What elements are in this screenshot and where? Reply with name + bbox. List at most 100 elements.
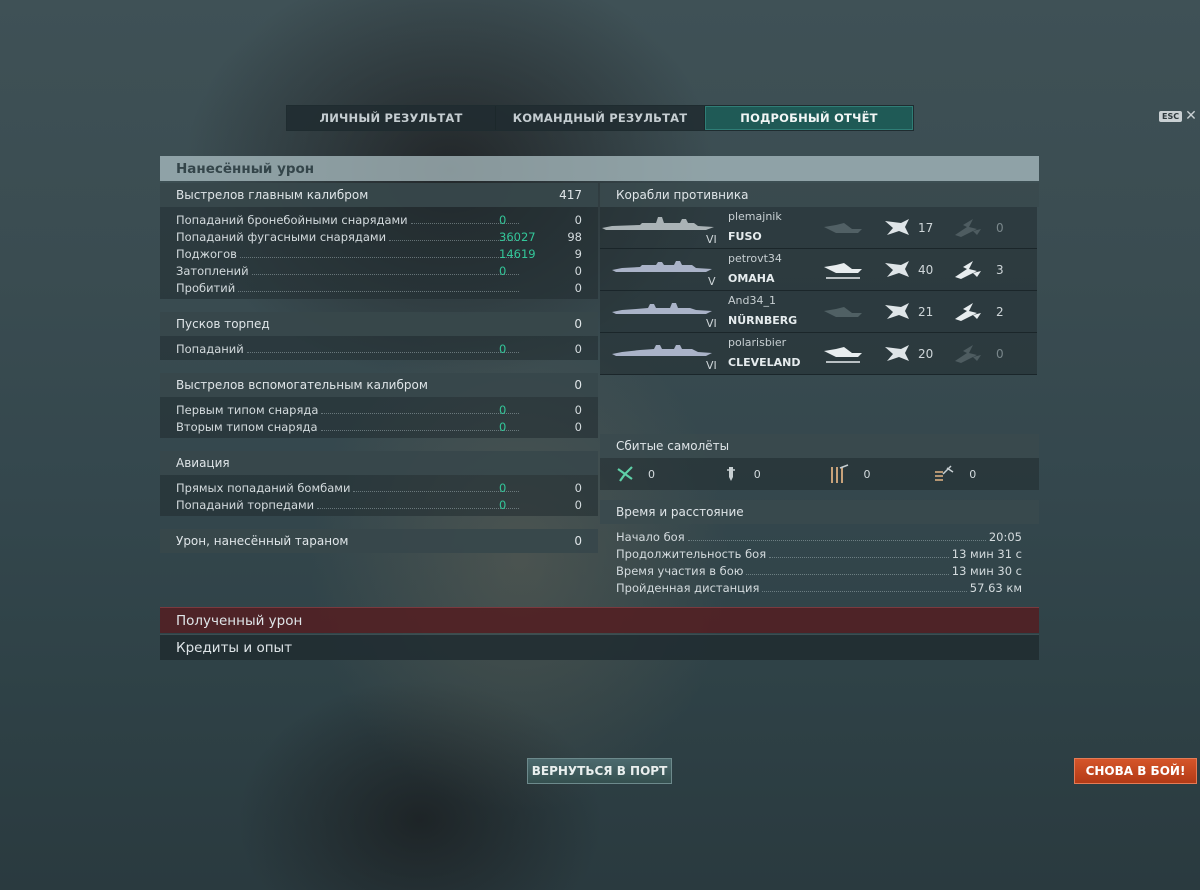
stat-row: Первым типом снаряда 0 0 xyxy=(176,400,582,417)
hits-count: 21 xyxy=(918,305,934,319)
torpedoes-value: 0 xyxy=(574,317,582,331)
ram-header: Урон, нанесённый тараном 0 xyxy=(160,529,598,553)
cruiser-silhouette-icon xyxy=(612,261,712,272)
cruiser-silhouette-icon xyxy=(612,303,712,314)
scout-plane-icon xyxy=(935,465,954,481)
stat-value-count: 0 xyxy=(574,281,582,295)
fires-count: 0 xyxy=(996,347,1004,361)
enemy-ship-row: VI And34_1 NÜRNBERG 21 2 xyxy=(600,291,1037,333)
time-label: Начало боя xyxy=(616,530,685,544)
cruiser-silhouette-icon xyxy=(612,345,712,356)
time-row: Пройденная дистанция 57.63 км xyxy=(616,578,1022,595)
planes-shot-down-header: Сбитые самолёты xyxy=(600,434,1039,458)
time-value: 57.63 км xyxy=(969,581,1022,595)
damage-stats-column: Выстрелов главным калибром 417 Попаданий… xyxy=(160,183,598,553)
stat-value-damage: 0 xyxy=(499,342,507,356)
ship-tier: V xyxy=(708,275,716,288)
plane-count: 0 xyxy=(648,467,655,481)
enemy-ships-title: Корабли противника xyxy=(616,188,749,202)
ram-section: Урон, нанесённый тараном 0 xyxy=(160,529,598,553)
stat-value-count: 0 xyxy=(574,342,582,356)
stat-label: Вторым типом снаряда xyxy=(176,420,318,434)
secondary-battery-header: Выстрелов вспомогательным калибром 0 xyxy=(160,373,598,397)
time-label: Продолжительность боя xyxy=(616,547,767,561)
ship-name: NÜRNBERG xyxy=(728,314,798,327)
time-row: Время участия в бою 13 мин 30 с xyxy=(616,561,1022,578)
stat-value-count: 0 xyxy=(574,481,582,495)
ship-destroyed-icon xyxy=(824,307,862,317)
time-row: Продолжительность боя 13 мин 31 с xyxy=(616,544,1022,561)
tab-personal-result[interactable]: ЛИЧНЫЙ РЕЗУЛЬТАТ xyxy=(287,106,496,130)
close-button[interactable]: ESC ✕ xyxy=(1159,108,1197,124)
secondary-battery-value: 0 xyxy=(574,378,582,392)
fire-icon xyxy=(955,219,981,237)
planes-shot-down-title: Сбитые самолёты xyxy=(616,439,730,453)
credits-and-xp-bar[interactable]: Кредиты и опыт xyxy=(160,634,1039,660)
enemy-ship-row: VI plemajnik FUSO 17 0 xyxy=(600,207,1037,249)
stat-value-damage: 0 xyxy=(499,481,507,495)
stat-label: Поджогов xyxy=(176,247,237,261)
plane-count: 0 xyxy=(969,467,977,481)
time-distance-title: Время и расстояние xyxy=(616,505,744,519)
close-icon: ✕ xyxy=(1185,108,1197,124)
enemy-ship-list: VI plemajnik FUSO 17 0 V petrovt34 OMAHA… xyxy=(600,207,1037,375)
plane-stat: 0 xyxy=(722,465,828,483)
stat-value-count: 0 xyxy=(574,213,582,227)
time-row: Начало боя 20:05 xyxy=(616,527,1022,544)
battleship-silhouette-icon xyxy=(602,217,714,230)
plane-count: 0 xyxy=(863,467,871,481)
time-distance-section: Время и расстояние Начало боя 20:05 Продо… xyxy=(600,500,1039,599)
hits-count: 20 xyxy=(918,347,934,361)
fire-icon xyxy=(955,261,981,279)
stat-label: Пробитий xyxy=(176,281,236,295)
return-to-port-button[interactable]: ВЕРНУТЬСЯ В ПОРТ xyxy=(527,758,672,784)
torpedoes-header: Пусков торпед 0 xyxy=(160,312,598,336)
tab-team-result[interactable]: КОМАНДНЫЙ РЕЗУЛЬТАТ xyxy=(496,106,705,130)
tab-detailed-report[interactable]: ПОДРОБНЫЙ ОТЧЁТ xyxy=(705,106,913,130)
aviation-label: Авиация xyxy=(176,456,230,470)
main-battery-header: Выстрелов главным калибром 417 xyxy=(160,183,598,207)
time-value: 13 мин 30 с xyxy=(951,564,1022,578)
time-label: Пройденная дистанция xyxy=(616,581,760,595)
enemy-ships-header: Корабли противника xyxy=(600,183,1039,207)
fire-icon xyxy=(955,303,981,321)
report-tabs: ЛИЧНЫЙ РЕЗУЛЬТАТ КОМАНДНЫЙ РЕЗУЛЬТАТ ПОД… xyxy=(286,105,914,131)
stat-value-count: 0 xyxy=(574,420,582,434)
fire-icon xyxy=(955,345,981,363)
secondary-battery-section: Выстрелов вспомогательным калибром 0 Пер… xyxy=(160,373,598,438)
player-name: And34_1 xyxy=(728,294,776,307)
battle-again-button[interactable]: СНОВА В БОЙ! xyxy=(1074,758,1197,784)
time-distance-header: Время и расстояние xyxy=(600,500,1039,524)
stat-label: Прямых попаданий бомбами xyxy=(176,481,351,495)
stat-value-count: 0 xyxy=(574,498,582,512)
esc-key-hint: ESC xyxy=(1159,110,1183,122)
time-label: Время участия в бою xyxy=(616,564,744,578)
damage-received-bar[interactable]: Полученный урон xyxy=(160,607,1039,633)
shell-hits-icon xyxy=(885,219,909,235)
stat-row: Попаданий бронебойными снарядами 0 0 xyxy=(176,210,582,227)
fighter-icon xyxy=(617,466,633,482)
fires-count: 2 xyxy=(996,305,1004,319)
stat-label: Затоплений xyxy=(176,264,249,278)
stat-row: Попаданий фугасными снарядами 36027 98 xyxy=(176,227,582,244)
stat-value-damage: 36027 xyxy=(499,230,536,244)
damage-dealt-header[interactable]: Нанесённый урон xyxy=(160,156,1039,181)
time-value: 13 мин 31 с xyxy=(951,547,1022,561)
player-name: petrovt34 xyxy=(728,252,782,265)
fires-count: 3 xyxy=(996,263,1004,277)
torpedoes-section: Пусков торпед 0 Попаданий 0 0 xyxy=(160,312,598,360)
stat-label: Первым типом снаряда xyxy=(176,403,319,417)
hits-count: 17 xyxy=(918,221,934,235)
ship-name: FUSO xyxy=(728,230,762,243)
time-value: 20:05 xyxy=(988,530,1022,544)
ram-label: Урон, нанесённый тараном xyxy=(176,534,349,548)
stat-row: Затоплений 0 0 xyxy=(176,261,582,278)
player-name: plemajnik xyxy=(728,210,782,223)
stat-value-damage: 14619 xyxy=(499,247,536,261)
ship-name: CLEVELAND xyxy=(728,356,801,369)
stat-value-count: 0 xyxy=(574,264,582,278)
plane-count: 0 xyxy=(753,467,761,481)
enemy-ship-row: VI polarisbier CLEVELAND 20 0 xyxy=(600,333,1037,375)
aviation-section: Авиация Прямых попаданий бомбами 0 0 Попад… xyxy=(160,451,598,516)
player-name: polarisbier xyxy=(728,336,787,349)
